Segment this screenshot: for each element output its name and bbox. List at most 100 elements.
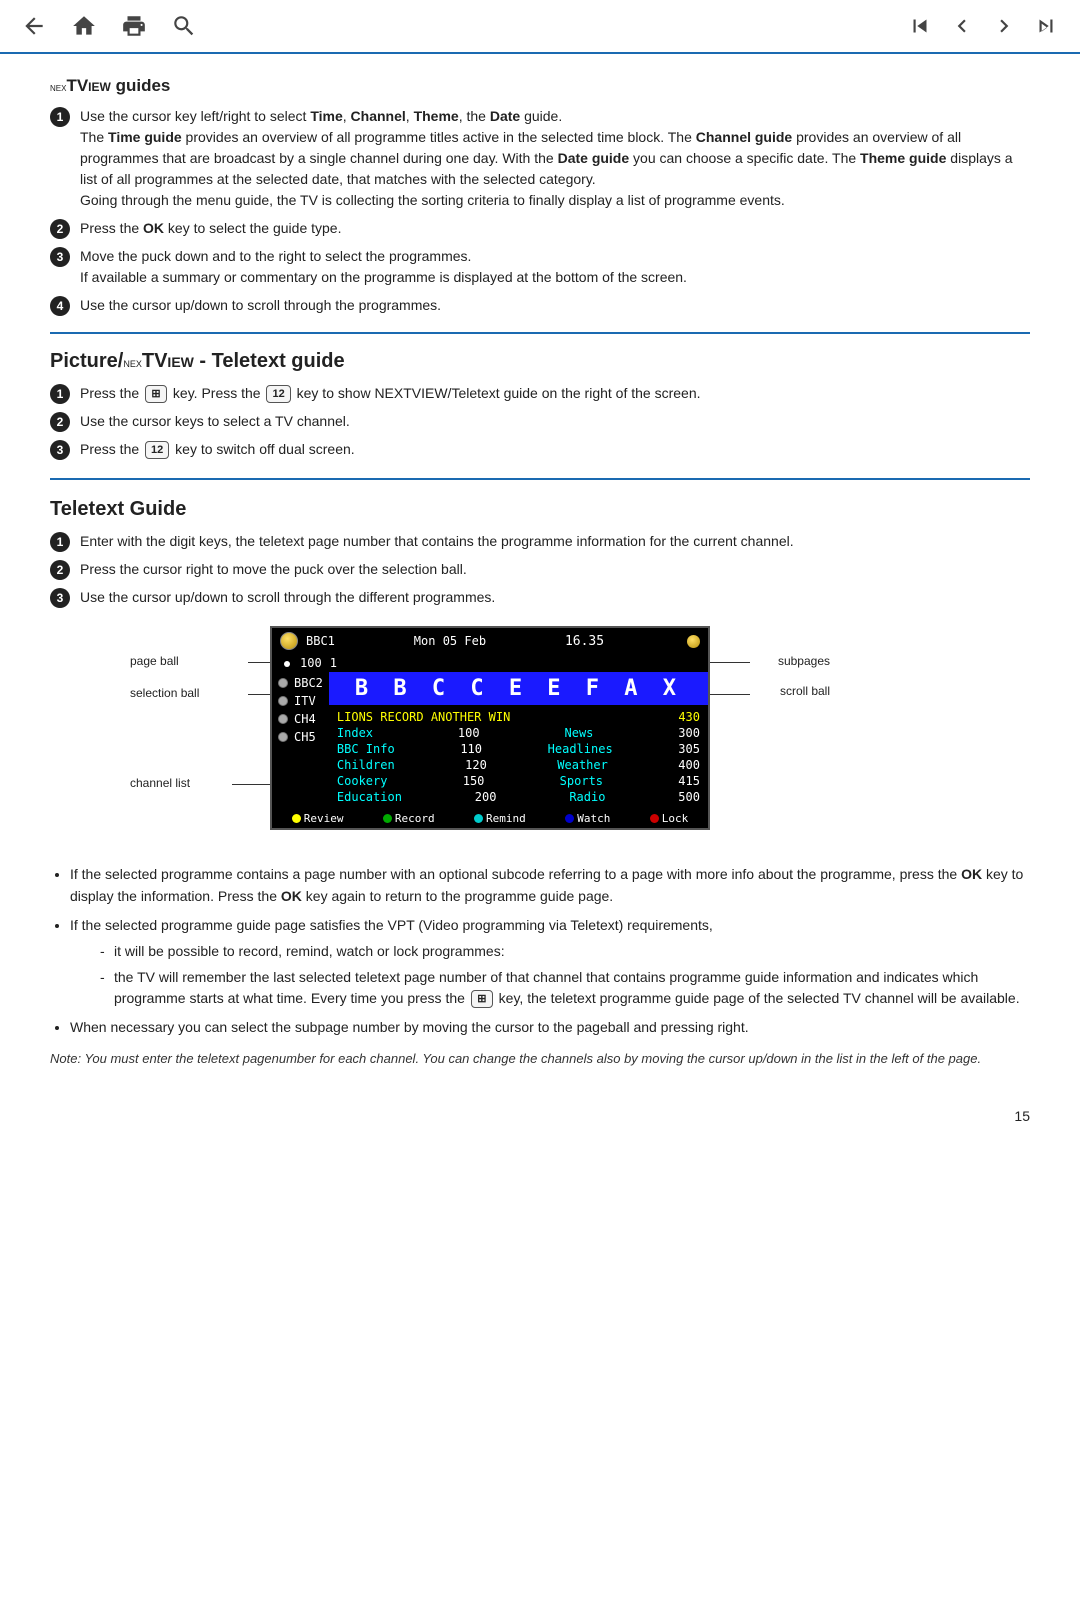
tt-ball-yellow <box>280 632 298 650</box>
list-item: 4 Use the cursor up/down to scroll throu… <box>50 295 1030 316</box>
tt-dot-record <box>383 814 392 823</box>
tt-channel-itv: ITV <box>272 692 329 710</box>
tt-cell: Weather <box>557 758 608 772</box>
step-number: 2 <box>50 219 70 239</box>
back-icon[interactable] <box>18 10 50 42</box>
section3-title: Teletext Guide <box>50 498 1030 521</box>
tt-page-num: 100 <box>300 656 322 670</box>
step-number: 1 <box>50 532 70 552</box>
tt-dot-remind <box>474 814 483 823</box>
tt-page-sub: 1 <box>330 656 337 670</box>
tt-cell: Radio <box>569 790 605 804</box>
section3-note: Note: You must enter the teletext pagenu… <box>50 1049 1030 1069</box>
tt-channel-ch4: CH4 <box>272 710 329 728</box>
brand-tv: TView <box>66 76 110 95</box>
tt-num: 200 <box>475 790 497 804</box>
tt-cell: Cookery <box>337 774 388 788</box>
skip-forward-icon[interactable] <box>1030 10 1062 42</box>
tt-row-children: Children 120 Weather 400 <box>337 757 700 773</box>
step-number: 2 <box>50 560 70 580</box>
dash-item: it will be possible to record, remind, w… <box>100 941 1030 962</box>
tt-btn-label: Record <box>395 812 435 825</box>
tt-row-bbcinfo: BBC Info 110 Headlines 305 <box>337 741 700 757</box>
tt-main-area: BBC2 ITV CH4 CH5 <box>272 672 708 809</box>
note-content: Note: You must enter the teletext pagenu… <box>50 1051 981 1066</box>
tt-channel-bbc1: BBC1 <box>306 634 335 648</box>
key-icon-inline: ⊞ <box>471 990 493 1008</box>
home-icon[interactable] <box>68 10 100 42</box>
tt-cell: BBC Info <box>337 742 395 756</box>
print-icon[interactable] <box>118 10 150 42</box>
teletext-diagram: page ball selection ball channel list su… <box>130 626 830 846</box>
list-item: 2 Press the cursor right to move the puc… <box>50 559 1030 580</box>
list-item: 3 Use the cursor up/down to scroll throu… <box>50 587 1030 608</box>
tt-btn-remind: Remind <box>474 812 526 825</box>
tt-btn-label: Watch <box>577 812 610 825</box>
tt-channel-ball <box>278 714 288 724</box>
tt-num: 110 <box>460 742 482 756</box>
section3-bullets: If the selected programme contains a pag… <box>70 864 1030 1039</box>
tt-cell: Headlines <box>548 742 613 756</box>
key-icon-12b: 12 <box>145 441 169 459</box>
tt-cell: Sports <box>560 774 603 788</box>
tt-header: BBC1 Mon 05 Feb 16.35 <box>272 628 708 654</box>
tt-row-lions: LIONS RECORD ANOTHER WIN 430 <box>337 709 700 725</box>
bullet-item: When necessary you can select the subpag… <box>70 1017 1030 1039</box>
dash-list: it will be possible to record, remind, w… <box>100 941 1030 1009</box>
section1-list: 1 Use the cursor key left/right to selec… <box>50 106 1030 316</box>
tt-content: LIONS RECORD ANOTHER WIN 430 Index 100 N… <box>329 705 708 809</box>
tt-row-education: Education 200 Radio 500 <box>337 789 700 805</box>
tt-channel-list: BBC2 ITV CH4 CH5 <box>272 672 329 809</box>
list-item: 1 Press the ⊞ key. Press the 12 key to s… <box>50 383 1030 404</box>
tt-num: 430 <box>678 710 700 724</box>
tt-num: 305 <box>678 742 700 756</box>
step-number: 1 <box>50 107 70 127</box>
toolbar-left <box>18 10 200 42</box>
tt-ceefax: B B C C E E F A X <box>329 672 708 705</box>
tt-dot-indicator <box>280 656 294 670</box>
list-item: 3 Press the 12 key to switch off dual sc… <box>50 439 1030 460</box>
section-teletext-guide: Teletext Guide 1 Enter with the digit ke… <box>50 498 1030 1068</box>
step-text: Enter with the digit keys, the teletext … <box>80 531 1030 552</box>
skip-back-icon[interactable] <box>904 10 936 42</box>
next-icon[interactable] <box>988 10 1020 42</box>
tt-header-time: 16.35 <box>565 634 604 649</box>
step-text: Press the 12 key to switch off dual scre… <box>80 439 1030 460</box>
tt-dot-white <box>284 661 290 667</box>
tt-channel-label: ITV <box>294 694 316 708</box>
tt-channel-ball <box>278 696 288 706</box>
label-subpages: subpages <box>778 654 830 668</box>
tt-scroll-ball-wrap <box>683 635 700 648</box>
list-item: 2 Use the cursor keys to select a TV cha… <box>50 411 1030 432</box>
step-number: 3 <box>50 440 70 460</box>
toolbar <box>0 0 1080 54</box>
tt-content-area: B B C C E E F A X LIONS RECORD ANOTHER W… <box>329 672 708 809</box>
tt-num: 100 <box>458 726 480 740</box>
tt-cell: News <box>565 726 594 740</box>
tt-num: 500 <box>678 790 700 804</box>
tt-page-line: 100 1 <box>272 654 708 672</box>
tt-channel-ball <box>278 732 288 742</box>
label-scroll-ball: scroll ball <box>780 684 830 698</box>
tt-cell: Index <box>337 726 373 740</box>
section3-list: 1 Enter with the digit keys, the teletex… <box>50 531 1030 608</box>
main-content: nexTView guides 1 Use the cursor key lef… <box>0 54 1080 1098</box>
step-number: 1 <box>50 384 70 404</box>
tt-header-left: BBC1 <box>280 632 335 650</box>
tt-channel-ch5: CH5 <box>272 728 329 746</box>
list-item: 1 Use the cursor key left/right to selec… <box>50 106 1030 211</box>
tt-num: 150 <box>463 774 485 788</box>
section2-title: Picture/nexTView - Teletext guide <box>50 350 1030 373</box>
tt-channel-label: BBC2 <box>294 676 323 690</box>
tt-btn-lock: Lock <box>650 812 689 825</box>
prev-icon[interactable] <box>946 10 978 42</box>
step-text: Move the puck down and to the right to s… <box>80 246 1030 288</box>
tt-dot-watch <box>565 814 574 823</box>
list-item: 1 Enter with the digit keys, the teletex… <box>50 531 1030 552</box>
section-picture-nextview: Picture/nexTView - Teletext guide 1 Pres… <box>50 350 1030 460</box>
tt-cell: Children <box>337 758 395 772</box>
step-text: Use the cursor up/down to scroll through… <box>80 587 1030 608</box>
tt-btn-label: Lock <box>662 812 689 825</box>
page-number: 15 <box>0 1098 1080 1134</box>
search-icon[interactable] <box>168 10 200 42</box>
